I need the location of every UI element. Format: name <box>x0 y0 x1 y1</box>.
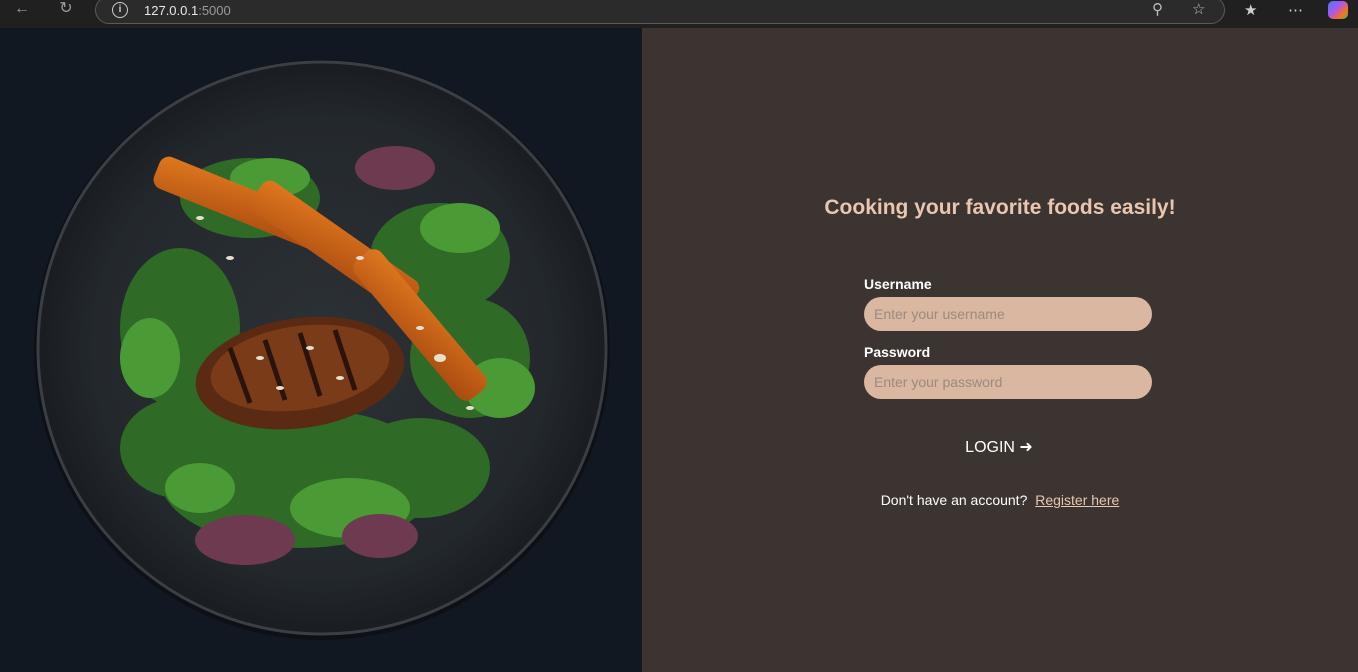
username-label: Username <box>864 276 932 292</box>
address-bar[interactable]: i 127.0.0.1:5000 ⚲ ☆ <box>95 0 1225 24</box>
page-title: Cooking your favorite foods easily! <box>824 196 1176 219</box>
browser-toolbar: ← ↻ i 127.0.0.1:5000 ⚲ ☆ ★ ⋯ <box>0 0 1358 28</box>
hero-food-image <box>0 28 642 672</box>
register-prompt-text: Don't have an account? <box>880 492 1028 508</box>
more-icon[interactable]: ⋯ <box>1288 1 1303 19</box>
password-input[interactable] <box>864 365 1152 399</box>
back-icon[interactable]: ← <box>8 0 36 20</box>
register-link[interactable]: Register here <box>1035 492 1119 508</box>
salad-plate-illustration <box>0 28 642 672</box>
login-panel: Cooking your favorite foods easily! User… <box>642 28 1358 672</box>
copilot-icon[interactable] <box>1328 1 1348 19</box>
refresh-icon[interactable]: ↻ <box>52 0 80 20</box>
page: Cooking your favorite foods easily! User… <box>0 28 1358 672</box>
register-prompt: Don't have an account? Register here <box>642 492 1358 508</box>
url-text: 127.0.0.1:5000 <box>144 3 231 18</box>
favorites-icon[interactable]: ★ <box>1244 1 1257 19</box>
password-label: Password <box>864 344 931 360</box>
star-icon[interactable]: ☆ <box>1192 0 1205 18</box>
zoom-icon[interactable]: ⚲ <box>1152 0 1163 18</box>
info-icon[interactable]: i <box>112 2 128 18</box>
username-input[interactable] <box>864 297 1152 331</box>
login-button[interactable]: LOGIN ➜ <box>942 434 1056 460</box>
